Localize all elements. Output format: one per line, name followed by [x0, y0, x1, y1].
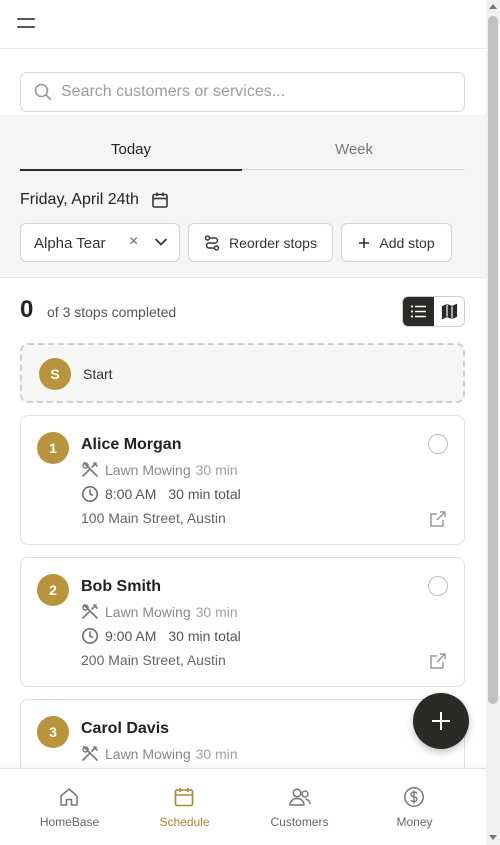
service-name: Lawn Mowing: [105, 604, 191, 620]
start-card: S Start: [20, 343, 465, 403]
tab-week[interactable]: Week: [243, 142, 465, 170]
calendar-icon: [174, 788, 194, 807]
service-duration: 30 min: [195, 462, 238, 478]
tools-icon: [82, 604, 98, 619]
chevron-down-icon[interactable]: [155, 238, 167, 246]
nav-label: Money: [396, 815, 433, 829]
stop-number-badge: 3: [37, 716, 69, 748]
date-row: Friday, April 24th: [20, 190, 169, 210]
search-box: [20, 72, 465, 112]
service-duration: 30 min: [195, 746, 238, 762]
stop-card[interactable]: 1 Alice Morgan Lawn Mowing 30 min 8:00 A…: [20, 415, 465, 545]
clock-icon: [82, 486, 98, 502]
stop-number-badge: 2: [37, 574, 69, 606]
plus-icon: [359, 237, 370, 248]
search-input[interactable]: [61, 73, 456, 111]
clock-icon: [82, 628, 98, 644]
team-select[interactable]: Alpha Tear ×: [20, 223, 180, 262]
search-section: [0, 49, 486, 115]
home-icon: [60, 788, 78, 806]
list-view-button[interactable]: [403, 297, 434, 326]
map-view-button[interactable]: [434, 297, 464, 326]
completed-count: 0: [20, 296, 34, 323]
stop-total: 30 min total: [168, 628, 241, 644]
customer-name: Carol Davis: [81, 720, 170, 737]
service-row: Lawn Mowing 30 min: [81, 745, 238, 763]
tab-bar: Today Week: [20, 142, 465, 171]
stop-card[interactable]: 2 Bob Smith Lawn Mowing 30 min 9:00 AM 3…: [20, 557, 465, 687]
progress-row: 0 of 3 stops completed: [20, 296, 465, 327]
route-icon: [204, 234, 220, 251]
current-date: Friday, April 24th: [20, 191, 139, 208]
controls-row: Alpha Tear × Reorder stops Add stop: [20, 223, 465, 263]
tools-icon: [82, 746, 98, 761]
customer-name: Bob Smith: [81, 578, 161, 595]
reorder-stops-label: Reorder stops: [229, 234, 317, 251]
bottom-nav: HomeBase Schedule Customers Money: [0, 768, 486, 845]
stop-number-badge: 1: [37, 432, 69, 464]
hamburger-icon[interactable]: [17, 18, 35, 30]
service-row: Lawn Mowing 30 min: [81, 603, 238, 621]
top-bar: [0, 0, 486, 49]
add-stop-label: Add stop: [379, 234, 435, 251]
tab-today[interactable]: Today: [20, 142, 242, 171]
external-link-icon[interactable]: [429, 510, 447, 528]
stop-address: 200 Main Street, Austin: [81, 652, 226, 668]
nav-homebase[interactable]: HomeBase: [12, 769, 127, 845]
service-row: Lawn Mowing 30 min: [81, 461, 238, 479]
stop-address: 100 Main Street, Austin: [81, 510, 226, 526]
stop-time: 9:00 AM: [105, 628, 157, 644]
nav-label: HomeBase: [39, 815, 100, 829]
scroll-down-icon[interactable]: [489, 835, 497, 840]
time-row: 9:00 AM 30 min total: [81, 627, 241, 645]
start-label: Start: [83, 366, 113, 382]
scroll-up-icon[interactable]: [489, 4, 497, 9]
list-icon: [410, 305, 426, 318]
tools-icon: [82, 462, 98, 477]
external-link-icon[interactable]: [429, 652, 447, 670]
stop-total: 30 min total: [168, 486, 241, 502]
map-icon: [441, 303, 458, 320]
nav-label: Schedule: [159, 815, 210, 829]
scrollbar-thumb[interactable]: [488, 16, 498, 704]
completed-label: of 3 stops completed: [47, 304, 177, 320]
nav-label: Customers: [270, 815, 329, 829]
users-icon: [289, 788, 311, 806]
nav-money[interactable]: Money: [357, 769, 472, 845]
schedule-controls-panel: Today Week Friday, April 24th Alpha Tear…: [0, 115, 486, 278]
service-name: Lawn Mowing: [105, 746, 191, 762]
time-row: 8:00 AM 30 min total: [81, 485, 241, 503]
dollar-icon: [404, 787, 424, 807]
start-badge: S: [39, 358, 71, 390]
stop-time: 8:00 AM: [105, 486, 157, 502]
nav-schedule[interactable]: Schedule: [127, 769, 242, 845]
clear-icon[interactable]: ×: [129, 233, 138, 251]
service-name: Lawn Mowing: [105, 462, 191, 478]
add-stop-button[interactable]: Add stop: [341, 223, 452, 262]
add-fab-button[interactable]: [413, 693, 469, 749]
complete-checkbox[interactable]: [428, 434, 448, 454]
customer-name: Alice Morgan: [81, 436, 182, 453]
reorder-stops-button[interactable]: Reorder stops: [188, 223, 333, 262]
view-toggle: [402, 296, 465, 327]
complete-checkbox[interactable]: [428, 576, 448, 596]
service-duration: 30 min: [195, 604, 238, 620]
calendar-icon[interactable]: [151, 191, 169, 209]
nav-customers[interactable]: Customers: [242, 769, 357, 845]
team-select-value: Alpha Tear: [34, 235, 106, 252]
plus-icon: [432, 712, 450, 730]
scrollbar[interactable]: [486, 0, 500, 845]
search-icon: [34, 83, 52, 101]
